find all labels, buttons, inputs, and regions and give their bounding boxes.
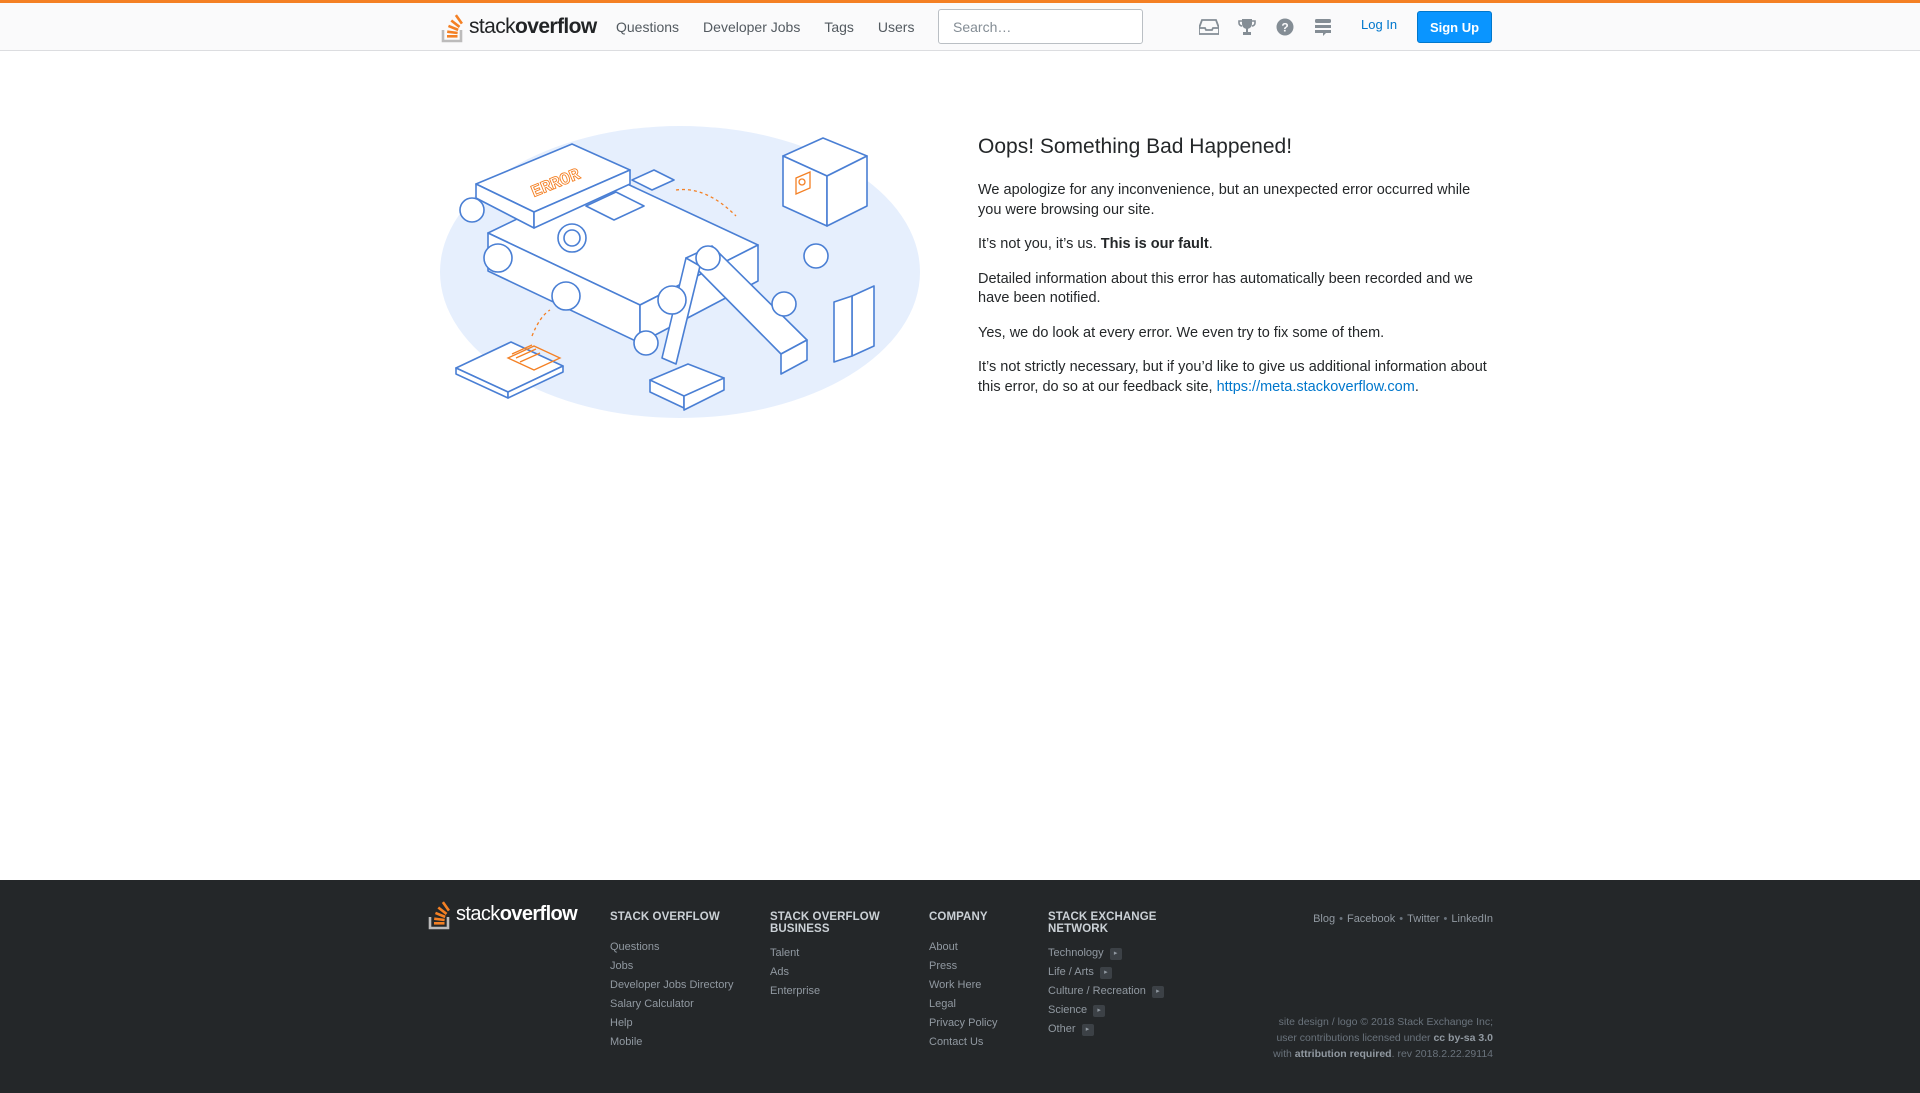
footer-link-salary-calculator[interactable]: Salary Calculator	[610, 995, 694, 1014]
footer-link-life-arts[interactable]: Life / Arts	[1048, 963, 1094, 982]
footer-link-culture-recreation[interactable]: Culture / Recreation	[1048, 982, 1146, 1001]
footer-link-developer-jobs-directory[interactable]: Developer Jobs Directory	[610, 976, 734, 995]
social-linkedin[interactable]: LinkedIn	[1451, 913, 1493, 925]
footer-link-enterprise[interactable]: Enterprise	[770, 982, 820, 1001]
footer-stack-logo-icon	[428, 901, 450, 930]
search-input[interactable]	[938, 9, 1143, 44]
main-nav: Questions Developer Jobs Tags Users	[616, 3, 938, 51]
broken-robot-illustration: ERROR	[436, 118, 926, 433]
top-bar: stackoverflow Questions Developer Jobs T…	[0, 0, 1920, 51]
footer-logo-wordmark: stackoverflow	[456, 902, 578, 925]
separator-dot: •	[1339, 913, 1343, 925]
apology-text: We apologize for any inconvenience, but …	[978, 182, 1471, 218]
inbox-icon[interactable]	[1198, 16, 1220, 38]
footer-col-title: Company	[929, 911, 988, 923]
footer-link-talent[interactable]: Talent	[770, 944, 799, 963]
attribution-link[interactable]: attribution required	[1295, 1048, 1392, 1060]
copyright-line-3: with attribution required. rev 2018.2.22…	[1273, 1048, 1493, 1060]
footer-col-title: Stack Overflow	[610, 911, 720, 923]
social-links: Blog • Facebook • Twitter • LinkedIn	[1313, 913, 1493, 925]
recorded-text: Detailed information about this error ha…	[978, 270, 1473, 307]
footer-link-contact-us[interactable]: Contact Us	[929, 1033, 983, 1052]
footer-link-press[interactable]: Press	[929, 957, 957, 976]
footer-col-business: Stack Overflow Business Talent Ads Enter…	[770, 911, 900, 1001]
copyright-notice: site design / logo © 2018 Stack Exchange…	[1233, 1014, 1493, 1062]
license-link[interactable]: cc by-sa 3.0	[1433, 1032, 1493, 1044]
social-blog[interactable]: Blog	[1313, 913, 1335, 925]
footer-link-privacy-policy[interactable]: Privacy Policy	[929, 1014, 997, 1033]
copyright-line-1: site design / logo © 2018 Stack Exchange…	[1278, 1016, 1493, 1028]
footer-link-science[interactable]: Science	[1048, 1001, 1087, 1020]
error-robot-image: ERROR	[440, 126, 920, 418]
logo-wordmark: stackoverflow	[469, 15, 597, 38]
expand-arrow-icon[interactable]: ▸	[1099, 966, 1112, 979]
footer-col-title: Stack Overflow Business	[770, 911, 880, 935]
nav-users[interactable]: Users	[878, 19, 915, 35]
footer-link-jobs[interactable]: Jobs	[610, 957, 633, 976]
footer-link-questions[interactable]: Questions	[610, 938, 660, 957]
copyright-line-2: user contributions licensed under cc by-…	[1276, 1032, 1493, 1044]
footer-link-legal[interactable]: Legal	[929, 995, 956, 1014]
footer-link-help[interactable]: Help	[610, 1014, 633, 1033]
signup-button[interactable]: Sign Up	[1417, 11, 1492, 43]
social-facebook[interactable]: Facebook	[1347, 913, 1395, 925]
footer-link-work-here[interactable]: Work Here	[929, 976, 981, 995]
site-switcher-icon[interactable]	[1312, 16, 1334, 38]
header-icons: ?	[1198, 16, 1350, 38]
achievements-trophy-icon[interactable]	[1236, 16, 1258, 38]
footer-link-technology[interactable]: Technology	[1048, 944, 1104, 963]
stack-logo-icon	[441, 14, 463, 43]
feedback-text: It’s not strictly necessary, but if you’…	[978, 359, 1487, 395]
expand-arrow-icon[interactable]: ▸	[1081, 1023, 1094, 1036]
footer-link-other[interactable]: Other	[1048, 1020, 1076, 1039]
look-at-errors-text: Yes, we do look at every error. We even …	[978, 324, 1385, 341]
site-footer: stackoverflow Stack Overflow Questions J…	[0, 880, 1920, 1093]
help-icon[interactable]: ?	[1274, 16, 1296, 38]
expand-arrow-icon[interactable]: ▸	[1093, 1004, 1106, 1017]
footer-link-ads[interactable]: Ads	[770, 963, 789, 982]
footer-col-stackoverflow: Stack Overflow Questions Jobs Developer …	[610, 911, 734, 1052]
expand-arrow-icon[interactable]: ▸	[1151, 985, 1164, 998]
error-content: Oops! Something Bad Happened! We apologi…	[978, 134, 1493, 412]
footer-col-stackexchange: Stack Exchange Network Technology ▸ Life …	[1048, 911, 1178, 1039]
footer-col-title: Stack Exchange Network	[1048, 911, 1157, 935]
fault-text: It’s not you, it’s us. This is our fault…	[978, 236, 1213, 252]
separator-dot: •	[1443, 913, 1448, 925]
footer-link-about[interactable]: About	[929, 938, 958, 957]
footer-logo[interactable]: stackoverflow	[428, 898, 578, 930]
login-link[interactable]: Log In	[1361, 17, 1397, 32]
expand-arrow-icon[interactable]: ▸	[1109, 947, 1122, 960]
stackoverflow-logo[interactable]: stackoverflow	[441, 11, 597, 43]
nav-developer-jobs[interactable]: Developer Jobs	[703, 19, 800, 35]
meta-feedback-link[interactable]: https://meta.stackoverflow.com	[1217, 379, 1415, 395]
error-title: Oops! Something Bad Happened!	[978, 135, 1293, 158]
nav-tags[interactable]: Tags	[824, 19, 854, 35]
social-twitter[interactable]: Twitter	[1407, 913, 1439, 925]
separator-dot: •	[1399, 913, 1404, 925]
nav-questions[interactable]: Questions	[616, 19, 679, 35]
footer-link-mobile[interactable]: Mobile	[610, 1033, 642, 1052]
footer-col-company: Company About Press Work Here Legal Priv…	[929, 911, 997, 1052]
svg-text:?: ?	[1281, 21, 1288, 35]
